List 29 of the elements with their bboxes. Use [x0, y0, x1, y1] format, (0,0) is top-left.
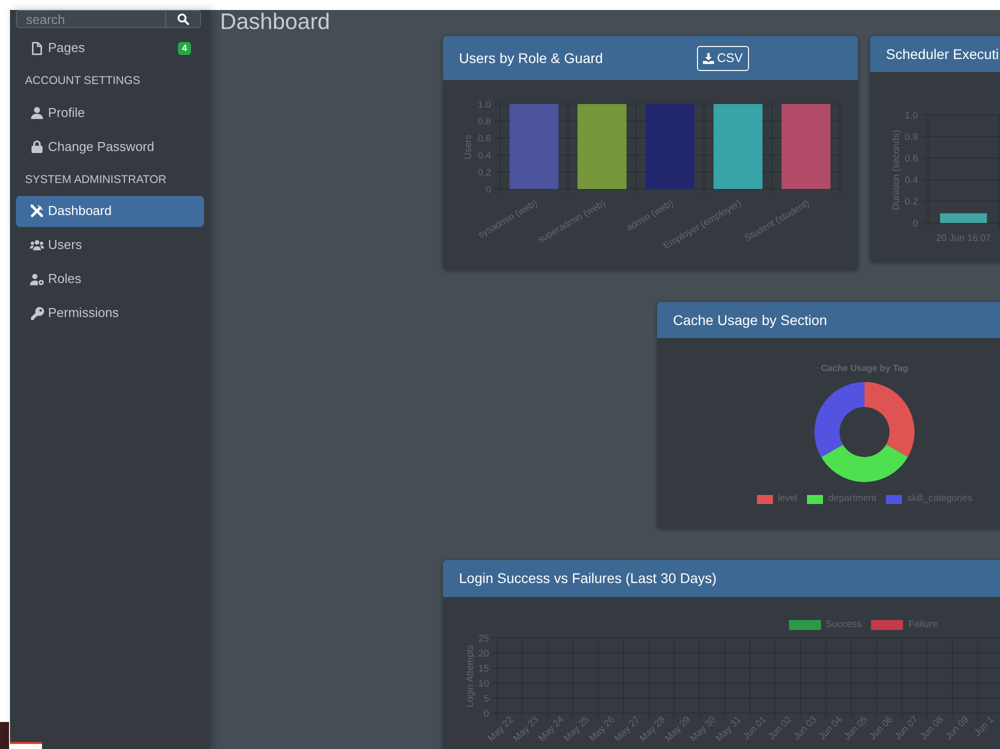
card-title: Users by Role & Guard: [459, 48, 603, 68]
nav-item[interactable]: Change Password: [16, 131, 204, 162]
key-icon: [30, 306, 44, 320]
section-header: SYSTEM ADMINISTRATOR: [24, 172, 166, 188]
download-icon: [702, 52, 714, 64]
search-icon: [177, 13, 189, 25]
csv-button[interactable]: CSV: [696, 46, 749, 70]
search-field[interactable]: search: [16, 10, 165, 28]
lock-icon: [31, 140, 43, 153]
edge-block: [0, 722, 9, 749]
card-title: Cache Usage by Section: [673, 310, 828, 330]
nav-item[interactable]: Pages 4: [16, 32, 204, 64]
nav-item[interactable]: Profile: [16, 97, 204, 128]
user-gear-icon: [30, 272, 44, 286]
users-icon: [30, 239, 44, 251]
file-icon: [32, 42, 42, 54]
nav-item[interactable]: Permissions: [16, 298, 204, 328]
nav-item[interactable]: Roles: [16, 264, 204, 294]
user-icon: [31, 106, 43, 118]
tools-icon: [30, 204, 44, 218]
card-title: Login Success vs Failures (Last 30 Days): [459, 569, 717, 588]
nav-item[interactable]: Users: [16, 230, 204, 260]
section-header: ACCOUNT SETTINGS: [24, 74, 140, 90]
search-button[interactable]: [165, 10, 201, 28]
nav-item[interactable]: Dashboard: [16, 196, 204, 226]
card-title: Scheduler Executi: [886, 44, 999, 64]
count-badge: 4: [178, 42, 191, 54]
page-title: Dashboard: [220, 10, 330, 33]
chart-bar: [940, 213, 987, 223]
